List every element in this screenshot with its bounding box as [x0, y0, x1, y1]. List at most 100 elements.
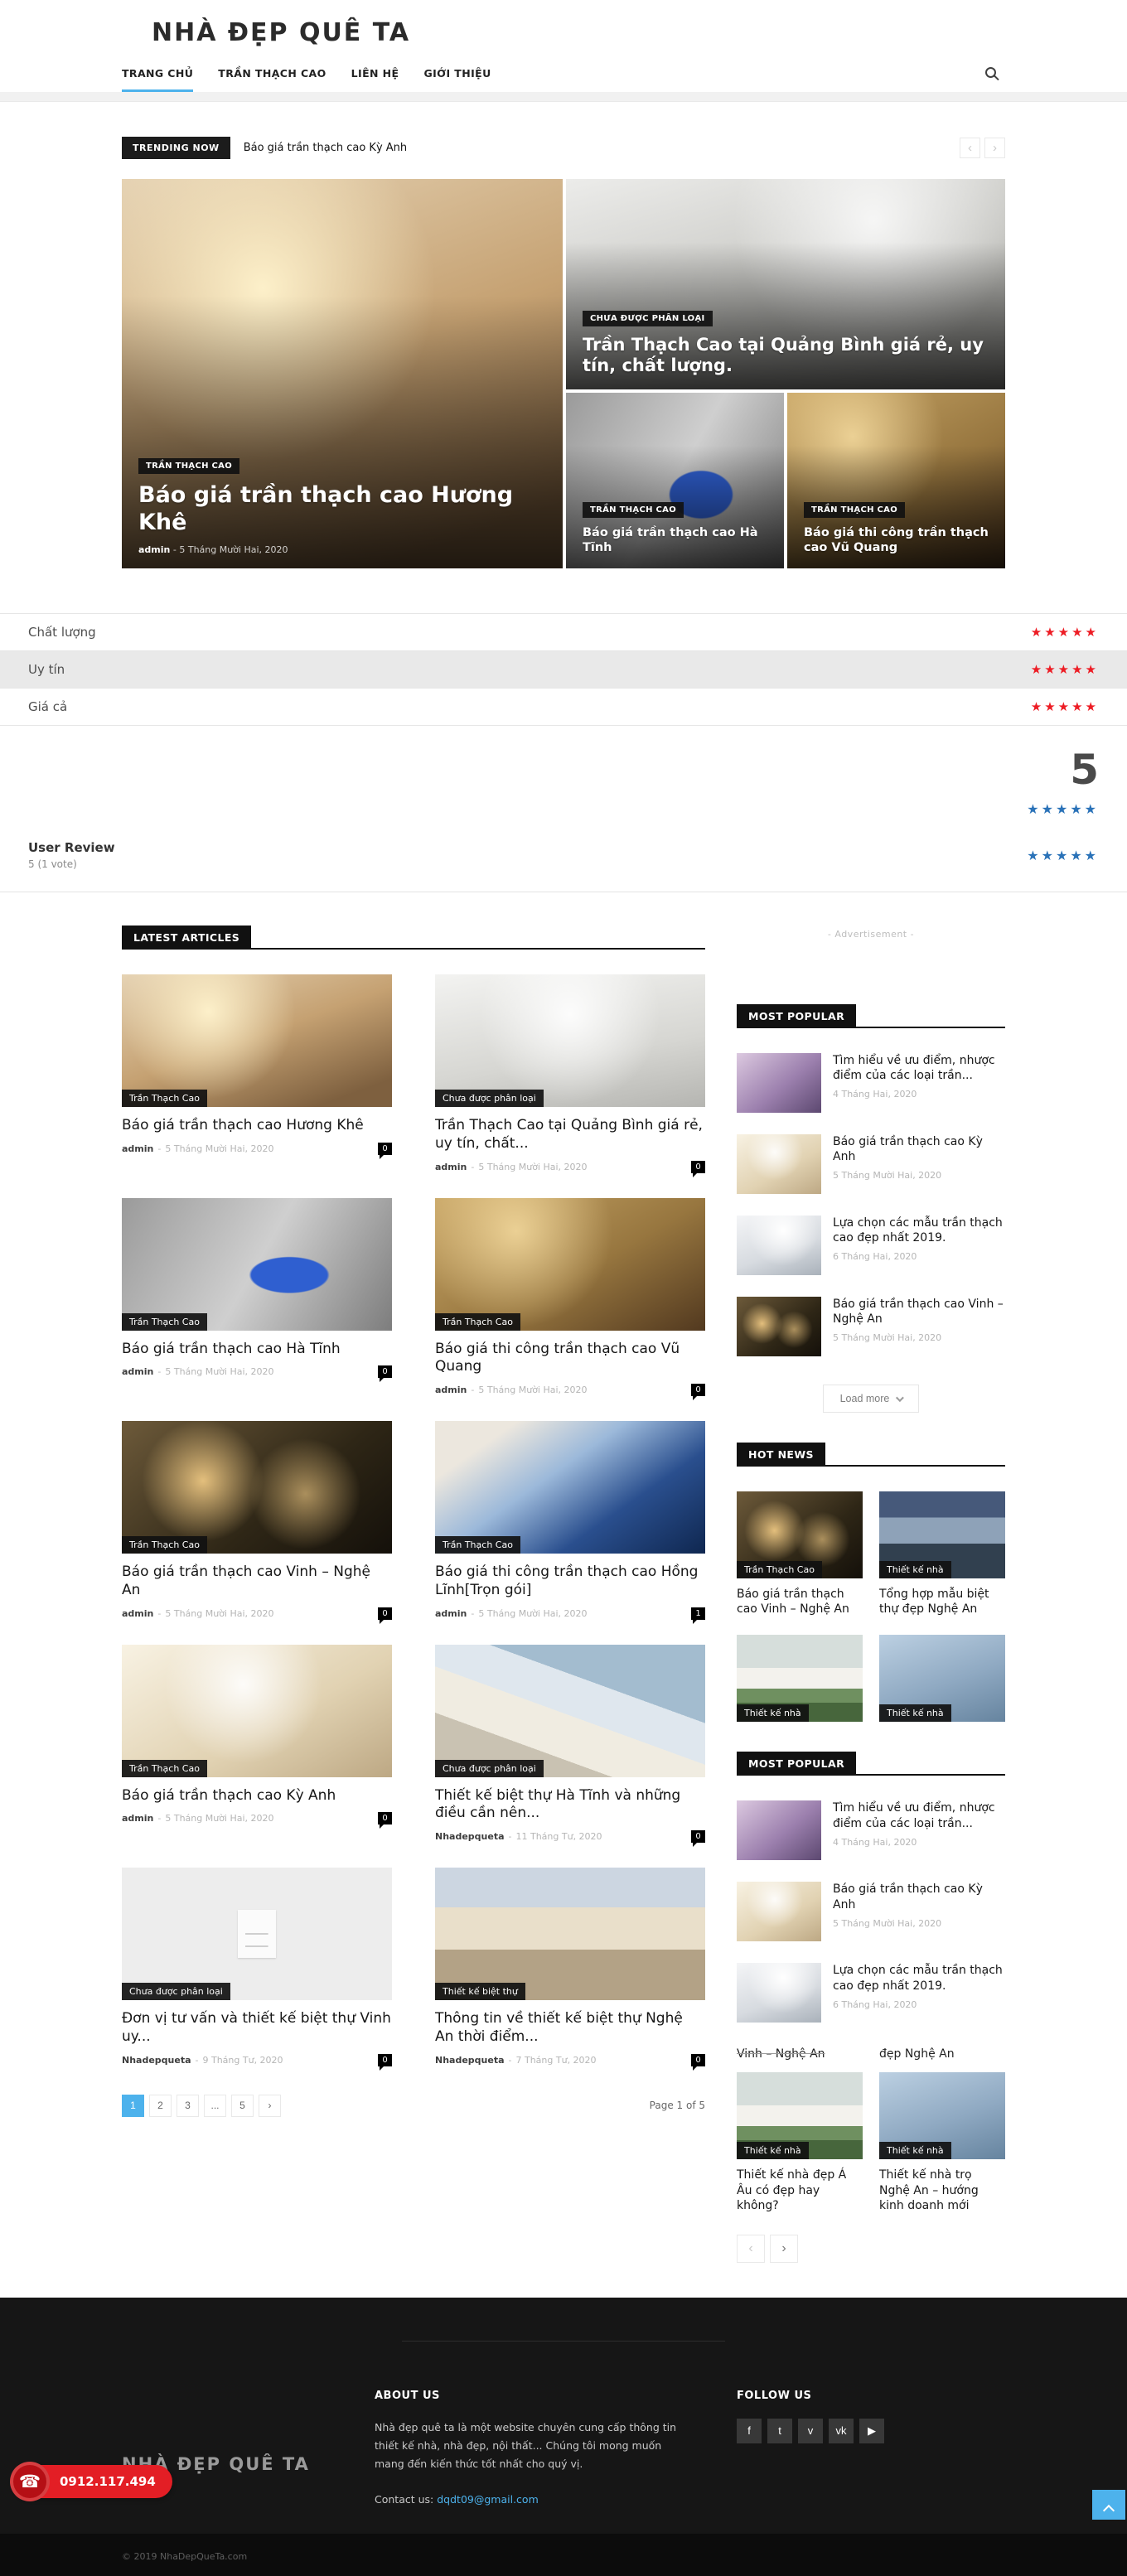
article-author[interactable]: admin [122, 1143, 153, 1154]
popular-title[interactable]: Lựa chọn các mẫu trần thạch cao đẹp nhất… [833, 1963, 1005, 1993]
phone-widget[interactable]: ☎ 0912.117.494 [13, 2465, 172, 2498]
article-author[interactable]: Nhadepqueta [122, 2055, 191, 2066]
category-badge[interactable]: Trần Thạch Cao [122, 1090, 207, 1107]
article-title[interactable]: Thông tin về thiết kế biệt thự Nghệ An t… [435, 2010, 705, 2047]
article-author[interactable]: admin [435, 1162, 467, 1172]
clipped-title-fragment[interactable]: Vinh – Nghệ An [737, 2047, 863, 2061]
hot-news-thumbnail[interactable]: Trần Thạch Cao [737, 1491, 863, 1578]
hero-title[interactable]: Báo giá trần thạch cao Hà Tĩnh [583, 526, 767, 555]
page-button-2[interactable]: 2 [149, 2095, 172, 2117]
trending-prev-button[interactable]: ‹ [960, 138, 980, 158]
page-button-3[interactable]: 3 [177, 2095, 199, 2117]
comment-count[interactable]: 0 [378, 1143, 392, 1155]
popular-thumbnail[interactable] [737, 1963, 821, 2023]
sidebar-prev-button[interactable]: ‹ [737, 2235, 765, 2263]
article-author[interactable]: admin [122, 1366, 153, 1377]
popular-title[interactable]: Báo giá trần thạch cao Kỳ Anh [833, 1134, 1005, 1164]
design-card-thumbnail[interactable]: Thiết kế nhà [737, 2072, 863, 2159]
popular-title[interactable]: Báo giá trần thạch cao Kỳ Anh [833, 1882, 1005, 1911]
nav-link-lien-he[interactable]: LIÊN HỆ [351, 59, 399, 92]
article-thumbnail[interactable]: Trần Thạch Cao [122, 1421, 392, 1554]
search-button[interactable] [980, 63, 1005, 88]
comment-count[interactable]: 0 [691, 1830, 705, 1843]
comment-count[interactable]: 0 [378, 1812, 392, 1824]
article-author[interactable]: Nhadepqueta [435, 2055, 505, 2066]
article-title[interactable]: Trần Thạch Cao tại Quảng Bình giá rẻ, uy… [435, 1117, 705, 1153]
category-badge[interactable]: Trần Thạch Cao [122, 1313, 207, 1331]
vk-icon[interactable]: vk [829, 2419, 854, 2443]
category-badge[interactable]: CHƯA ĐƯỢC PHÂN LOẠI [583, 311, 713, 326]
youtube-icon[interactable]: ▶ [859, 2419, 884, 2443]
clipped-title-fragment[interactable]: đẹp Nghệ An [879, 2047, 1005, 2061]
category-badge[interactable]: TRẦN THẠCH CAO [804, 502, 905, 518]
category-badge[interactable]: Thiết kế nhà [879, 1561, 951, 1578]
hot-news-title[interactable]: Tổng hợp mẫu biệt thự đẹp Nghệ An [879, 1587, 1005, 1617]
nav-link-gioi-thieu[interactable]: GIỚI THIỆU [423, 59, 491, 92]
page-button-5[interactable]: 5 [231, 2095, 254, 2117]
popular-title[interactable]: Lựa chọn các mẫu trần thạch cao đẹp nhất… [833, 1216, 1005, 1245]
popular-thumbnail[interactable] [737, 1134, 821, 1194]
hero-title[interactable]: Báo giá thi công trần thạch cao Vũ Quang [804, 526, 989, 555]
article-title[interactable]: Đơn vị tư vấn và thiết kế biệt thự Vinh … [122, 2010, 392, 2047]
sidebar-next-button[interactable]: › [770, 2235, 798, 2263]
phone-number[interactable]: 0912.117.494 [60, 2474, 156, 2489]
hot-news-thumbnail[interactable]: Thiết kế nhà [737, 1635, 863, 1722]
article-thumbnail[interactable]: Trần Thạch Cao [435, 1421, 705, 1554]
load-more-button[interactable]: Load more [823, 1385, 920, 1413]
hero-title[interactable]: Trần Thạch Cao tại Quảng Bình giá rẻ, uy… [583, 335, 989, 376]
comment-count[interactable]: 0 [691, 2054, 705, 2066]
category-badge[interactable]: Chưa được phân loại [435, 1090, 544, 1107]
site-logo[interactable]: NHÀ ĐẸP QUÊ TA [122, 18, 1005, 47]
comment-count[interactable]: 0 [691, 1161, 705, 1173]
contact-email-link[interactable]: dqdt09@gmail.com [437, 2493, 539, 2506]
category-badge[interactable]: Trần Thạch Cao [737, 1561, 822, 1578]
hero-main-article[interactable]: TRẦN THẠCH CAO Báo giá trần thạch cao Hư… [122, 179, 563, 568]
category-badge[interactable]: Thiết kế biệt thự [435, 1983, 525, 2000]
category-badge[interactable]: Trần Thạch Cao [122, 1536, 207, 1554]
comment-count[interactable]: 0 [378, 2054, 392, 2066]
article-title[interactable]: Báo giá trần thạch cao Hương Khê [122, 1117, 392, 1135]
hero-tile-article[interactable]: TRẦN THẠCH CAO Báo giá thi công trần thạ… [787, 393, 1005, 568]
design-card-thumbnail[interactable]: Thiết kế nhà [879, 2072, 1005, 2159]
category-badge[interactable]: Trần Thạch Cao [122, 1760, 207, 1777]
category-badge[interactable]: TRẦN THẠCH CAO [583, 502, 684, 518]
popular-title[interactable]: Tìm hiểu về ưu điểm, nhược điểm của các … [833, 1053, 1005, 1083]
comment-count[interactable]: 0 [691, 1384, 705, 1396]
hero-title[interactable]: Báo giá trần thạch cao Hương Khê [138, 482, 546, 536]
hero-tile-article[interactable]: TRẦN THẠCH CAO Báo giá trần thạch cao Hà… [566, 393, 784, 568]
hot-news-title[interactable]: Báo giá trần thạch cao Vinh – Nghệ An [737, 1587, 863, 1617]
category-badge[interactable]: Thiết kế nhà [737, 2142, 809, 2159]
category-badge[interactable]: Chưa được phân loại [435, 1760, 544, 1777]
article-author[interactable]: admin [122, 1813, 153, 1824]
hot-news-thumbnail[interactable]: Thiết kế nhà [879, 1635, 1005, 1722]
hero-author[interactable]: admin [138, 544, 170, 555]
popular-thumbnail[interactable] [737, 1053, 821, 1113]
article-thumbnail[interactable]: Trần Thạch Cao [122, 974, 392, 1107]
article-title[interactable]: Báo giá trần thạch cao Vinh – Nghệ An [122, 1563, 392, 1600]
user-star-rating[interactable]: ★★★★★ [1027, 848, 1099, 863]
category-badge[interactable]: Thiết kế nhà [879, 1704, 951, 1722]
article-title[interactable]: Báo giá trần thạch cao Kỳ Anh [122, 1787, 392, 1805]
article-thumbnail[interactable]: Thiết kế biệt thự [435, 1868, 705, 2000]
article-title[interactable]: Thiết kế biệt thự Hà Tĩnh và những điều … [435, 1787, 705, 1824]
trending-headline[interactable]: Báo giá trần thạch cao Kỳ Anh [244, 142, 407, 154]
vimeo-icon[interactable]: v [798, 2419, 823, 2443]
nav-link-tran-thach-cao[interactable]: TRẦN THẠCH CAO [218, 59, 326, 92]
hero-tile-article[interactable]: CHƯA ĐƯỢC PHÂN LOẠI Trần Thạch Cao tại Q… [566, 179, 1005, 389]
comment-count[interactable]: 1 [691, 1607, 705, 1620]
nav-item-home[interactable]: TRANG CHỦ [122, 59, 193, 92]
nav-item-tran-thach-cao[interactable]: TRẦN THẠCH CAO [218, 59, 326, 92]
page-next-button[interactable]: › [259, 2095, 281, 2117]
article-thumbnail[interactable]: Trần Thạch Cao [435, 1198, 705, 1331]
article-author[interactable]: Nhadepqueta [435, 1831, 505, 1842]
design-card-title[interactable]: Thiết kế nhà đẹp Á Âu có đẹp hay không? [737, 2168, 863, 2213]
nav-item-lien-he[interactable]: LIÊN HỆ [351, 59, 399, 92]
page-button-1[interactable]: 1 [122, 2095, 144, 2117]
category-badge[interactable]: Trần Thạch Cao [435, 1313, 520, 1331]
hot-news-thumbnail[interactable]: Thiết kế nhà [879, 1491, 1005, 1578]
design-card-title[interactable]: Thiết kế nhà trọ Nghệ An – hướng kinh do… [879, 2168, 1005, 2213]
article-author[interactable]: admin [435, 1385, 467, 1395]
facebook-icon[interactable]: f [737, 2419, 762, 2443]
article-thumbnail[interactable]: Trần Thạch Cao [122, 1198, 392, 1331]
scroll-to-top-button[interactable] [1092, 2490, 1125, 2520]
